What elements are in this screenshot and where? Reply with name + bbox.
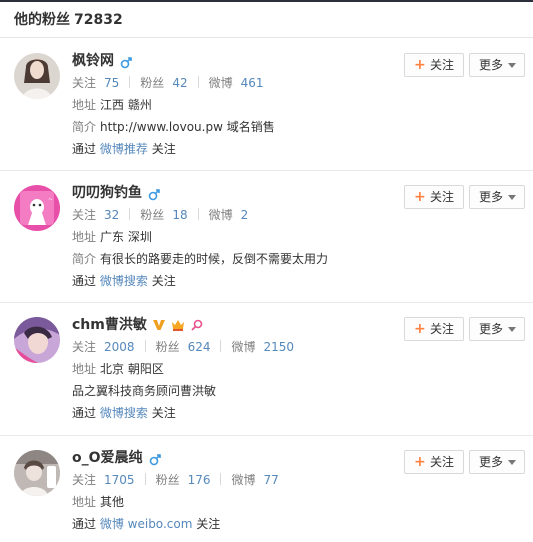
follow-button[interactable]: + 关注 <box>404 53 464 77</box>
stat-weibo[interactable]: 微博 2 <box>209 206 249 224</box>
fan-bio: 简介 http://www.lovou.pw 域名销售 <box>72 120 275 134</box>
divider <box>220 473 222 485</box>
divider <box>129 76 131 88</box>
fan-source: 通过 微博推荐 关注 <box>72 142 176 156</box>
page-title: 他的粉丝 72832 <box>14 12 123 28</box>
avatar[interactable] <box>14 317 60 363</box>
stat-followers[interactable]: 粉丝 18 <box>140 206 187 224</box>
fan-location: 地址 北京 朝阳区 <box>72 362 164 376</box>
fan-item: 枫铃网 关注 75 粉丝 42 微博 461 地址 江西 赣州 简介 http://www.l… <box>0 39 533 171</box>
chevron-down-icon <box>508 327 516 332</box>
plus-icon: + <box>414 57 426 73</box>
plus-icon: + <box>414 189 426 205</box>
stat-following[interactable]: 关注 2008 <box>72 338 135 356</box>
more-button[interactable]: 更多 <box>469 450 525 474</box>
fan-location: 地址 江西 赣州 <box>72 98 152 112</box>
vip-crown-icon[interactable] <box>171 318 185 332</box>
avatar[interactable] <box>14 450 60 496</box>
fan-item: ~ 叨叨狗钓鱼 关注 32 粉丝 18 微博 2 地址 广东 深圳 简介 有很长的路要走的时候… <box>0 171 533 303</box>
fan-item: o_O爱晨纯 关注 1705 粉丝 176 微博 77 地址 其他 通过 微博 weibo.… <box>0 436 533 542</box>
stat-followers[interactable]: 粉丝 624 <box>156 338 211 356</box>
source-link[interactable]: 微博搜索 <box>100 274 148 288</box>
stat-followers[interactable]: 粉丝 42 <box>140 74 187 92</box>
page-header: 他的粉丝 72832 <box>0 2 533 38</box>
chevron-down-icon <box>508 195 516 200</box>
fan-name[interactable]: 叨叨狗钓鱼 <box>72 183 142 203</box>
source-link[interactable]: 微博 weibo.com <box>100 517 193 531</box>
follow-button[interactable]: + 关注 <box>404 450 464 474</box>
source-link[interactable]: 微博搜索 <box>100 406 148 420</box>
divider <box>197 76 199 88</box>
fan-source: 通过 微博搜索 关注 <box>72 406 176 420</box>
fan-stats: 关注 75 粉丝 42 微博 461 <box>72 74 392 92</box>
more-button[interactable]: 更多 <box>469 185 525 209</box>
fan-location: 地址 其他 <box>72 495 125 509</box>
fan-stats: 关注 2008 粉丝 624 微博 2150 <box>72 338 392 356</box>
fan-name[interactable]: 枫铃网 <box>72 51 114 71</box>
chevron-down-icon <box>508 63 516 68</box>
male-icon <box>120 55 132 69</box>
male-icon <box>148 187 160 201</box>
fan-stats: 关注 1705 粉丝 176 微博 77 <box>72 471 392 489</box>
plus-icon: + <box>414 321 426 337</box>
fan-source: 通过 微博搜索 关注 <box>72 274 176 288</box>
more-button[interactable]: 更多 <box>469 53 525 77</box>
stat-weibo[interactable]: 微博 461 <box>209 74 264 92</box>
fan-stats: 关注 32 粉丝 18 微博 2 <box>72 206 392 224</box>
fan-source: 通过 微博 weibo.com 关注 <box>72 517 221 531</box>
svg-text:~: ~ <box>48 196 53 203</box>
stat-following[interactable]: 关注 32 <box>72 206 119 224</box>
fan-name[interactable]: chm曹洪敏 <box>72 315 147 335</box>
stat-weibo[interactable]: 微博 2150 <box>231 338 294 356</box>
source-link[interactable]: 微博推荐 <box>100 142 148 156</box>
stat-following[interactable]: 关注 75 <box>72 74 119 92</box>
verified-v-icon[interactable] <box>152 318 166 332</box>
stat-followers[interactable]: 粉丝 176 <box>156 471 211 489</box>
avatar[interactable] <box>14 53 60 99</box>
plus-icon: + <box>414 454 426 470</box>
stat-following[interactable]: 关注 1705 <box>72 471 135 489</box>
divider <box>129 208 131 220</box>
fan-bio: 品之翼科技商务顾问曹洪敏 <box>72 384 217 398</box>
stat-weibo[interactable]: 微博 77 <box>231 471 278 489</box>
divider <box>220 340 222 352</box>
divider <box>197 208 199 220</box>
magnifier-badge-icon[interactable] <box>190 318 204 332</box>
fan-name[interactable]: o_O爱晨纯 <box>72 448 143 468</box>
page-title-label: 他的粉丝 <box>14 12 70 28</box>
fan-item: chm曹洪敏 关注 2008 粉丝 624 微博 2150 地址 北京 朝阳区 品之翼科技商… <box>0 303 533 436</box>
divider <box>144 473 146 485</box>
follow-button[interactable]: + 关注 <box>404 317 464 341</box>
more-button[interactable]: 更多 <box>469 317 525 341</box>
follow-button[interactable]: + 关注 <box>404 185 464 209</box>
fan-bio: 简介 有很长的路要走的时候，反倒不需要太用力 <box>72 252 329 266</box>
chevron-down-icon <box>508 460 516 465</box>
fans-count: 72832 <box>74 12 123 28</box>
male-icon <box>149 452 161 466</box>
divider <box>144 340 146 352</box>
fan-location: 地址 广东 深圳 <box>72 230 152 244</box>
avatar[interactable]: ~ <box>14 185 60 231</box>
